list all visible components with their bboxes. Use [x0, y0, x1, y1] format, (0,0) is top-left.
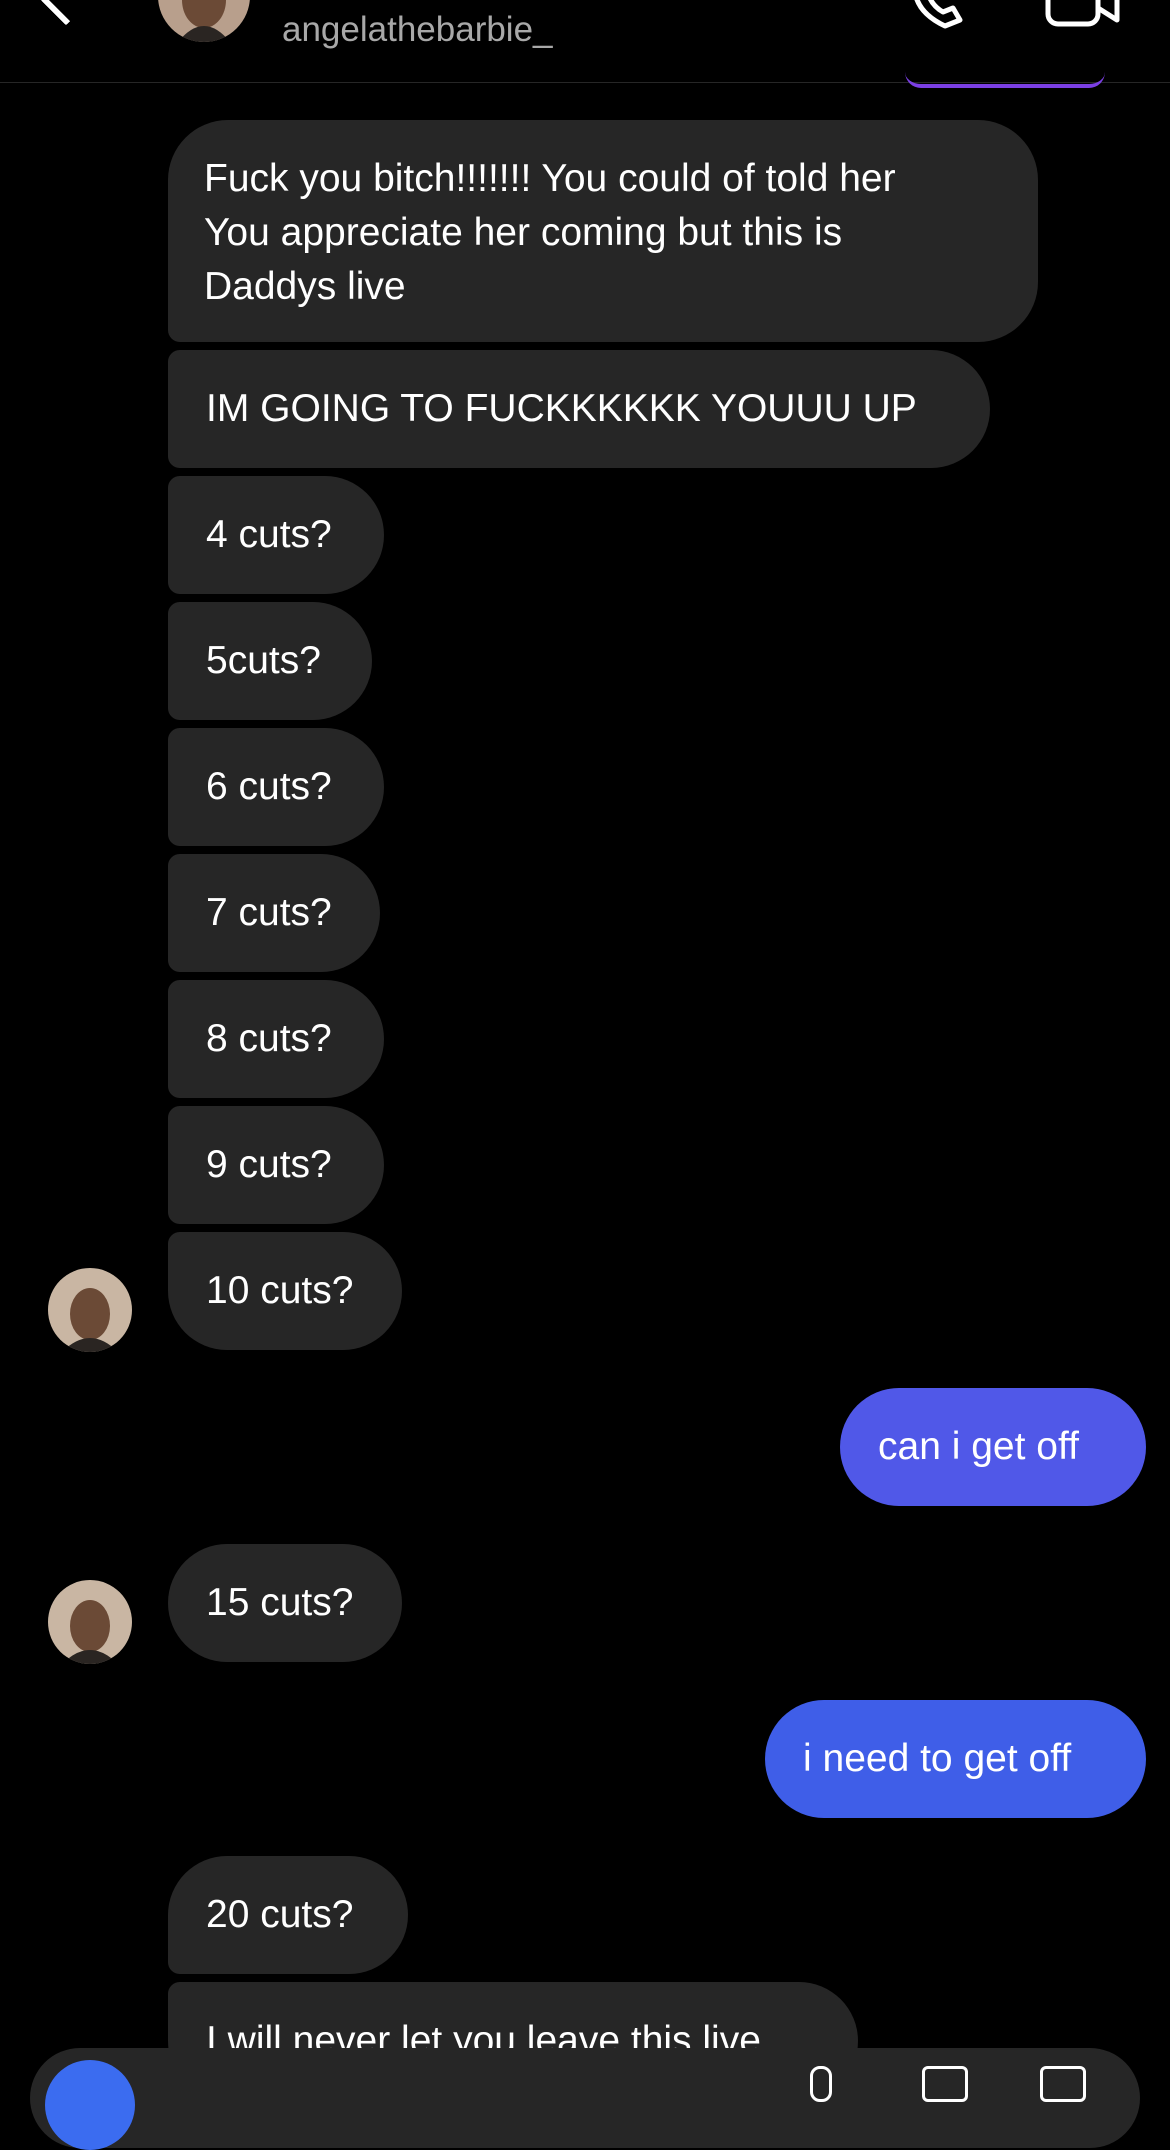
story-ring — [905, 72, 1105, 88]
phone-icon[interactable] — [905, 0, 975, 30]
message-bubble[interactable]: 8 cuts? — [168, 980, 384, 1098]
message-text: 5cuts? — [206, 639, 321, 682]
message-line: You appreciate her coming but this is — [204, 211, 843, 254]
message-text: i need to get off — [803, 1737, 1072, 1780]
message-text: 4 cuts? — [206, 513, 332, 556]
sticker-icon[interactable] — [1040, 2066, 1086, 2102]
message-text: 7 cuts? — [206, 891, 332, 934]
message-bubble[interactable]: 5cuts? — [168, 602, 372, 720]
camera-icon[interactable] — [45, 2060, 135, 2150]
message-line: Fuck you bitch!!!!!!! You could of told … — [204, 157, 896, 200]
back-icon[interactable] — [40, 0, 92, 26]
message-bubble[interactable]: IM GOING TO FUCKKKKKK YOUUU UP — [168, 350, 990, 468]
message-text: 8 cuts? — [206, 1017, 332, 1060]
microphone-icon[interactable] — [810, 2066, 832, 2102]
message-line: Daddys live — [204, 265, 406, 308]
message-bubble[interactable]: 9 cuts? — [168, 1106, 384, 1224]
chat-header: angelathebarbie_ — [0, 0, 1170, 88]
video-icon[interactable] — [1045, 0, 1120, 30]
message-text: 9 cuts? — [206, 1143, 332, 1186]
message-text: can i get off — [878, 1425, 1079, 1468]
message-bubble[interactable]: 20 cuts? — [168, 1856, 408, 1974]
message-text: 15 cuts? — [206, 1581, 354, 1624]
message-text: 10 cuts? — [206, 1269, 354, 1312]
message-bubble-outgoing[interactable]: can i get off — [840, 1388, 1146, 1506]
gallery-icon[interactable] — [922, 2066, 968, 2102]
message-text: IM GOING TO FUCKKKKKK YOUUU UP — [206, 387, 917, 430]
sender-avatar[interactable] — [48, 1268, 132, 1352]
message-bubble[interactable]: 4 cuts? — [168, 476, 384, 594]
sender-avatar[interactable] — [48, 1580, 132, 1664]
message-bubble[interactable]: 6 cuts? — [168, 728, 384, 846]
message-bubble[interactable]: Fuck you bitch!!!!!!! You could of told … — [168, 120, 1038, 342]
username[interactable]: angelathebarbie_ — [282, 10, 553, 50]
message-bubble[interactable]: 7 cuts? — [168, 854, 380, 972]
message-bubble-outgoing[interactable]: i need to get off — [765, 1700, 1146, 1818]
message-text: 20 cuts? — [206, 1893, 354, 1936]
message-bubble[interactable]: 10 cuts? — [168, 1232, 402, 1350]
message-composer[interactable] — [30, 2048, 1140, 2148]
message-bubble[interactable]: 15 cuts? — [168, 1544, 402, 1662]
avatar[interactable] — [158, 0, 250, 42]
message-text: 6 cuts? — [206, 765, 332, 808]
